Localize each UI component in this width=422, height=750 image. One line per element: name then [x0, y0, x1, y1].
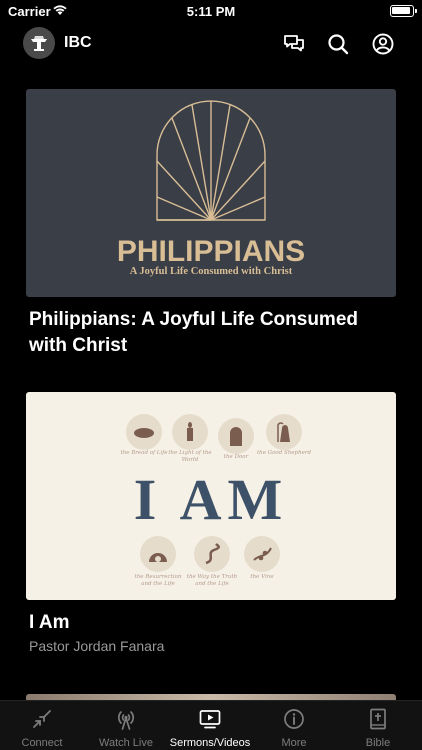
tomb-icon — [140, 536, 176, 572]
series-title[interactable]: Philippians: A Joyful Life Consumed with… — [29, 307, 389, 359]
sermon-series-card[interactable]: PHILIPPIANS A Joyful Life Consumed with … — [26, 89, 396, 359]
sermon-series-card[interactable]: the Bread of Life the Light of the World… — [26, 392, 396, 654]
tab-more[interactable]: More — [252, 701, 336, 750]
tab-bar: Connect Watch Live Sermons/Videos More B… — [0, 700, 422, 750]
caption: the Good Shepherd — [256, 450, 312, 456]
chat-icon[interactable] — [282, 32, 306, 56]
church-logo-icon — [31, 36, 47, 51]
top-bar: IBC — [0, 26, 422, 62]
series-thumbnail-i-am[interactable]: the Bread of Life the Light of the World… — [26, 392, 396, 600]
candle-icon — [172, 414, 208, 450]
tab-label: Connect — [21, 737, 63, 749]
tab-bible[interactable]: Bible — [336, 701, 420, 750]
app-title: IBC — [64, 34, 92, 51]
tab-watch-live[interactable]: Watch Live — [84, 701, 168, 750]
artwork-heading: PHILIPPIANS — [116, 235, 306, 268]
tab-connect[interactable]: Connect — [0, 701, 84, 750]
series-thumbnail-philippians[interactable]: PHILIPPIANS A Joyful Life Consumed with … — [26, 89, 396, 297]
bread-icon — [126, 414, 162, 450]
caption: the Way the Truth and the Life — [186, 574, 238, 587]
series-title[interactable]: I Am — [29, 610, 389, 636]
play-video-icon — [199, 710, 221, 729]
status-time: 5:11 PM — [186, 4, 236, 19]
artwork-heading: I AM — [133, 467, 289, 532]
door-icon — [218, 418, 254, 454]
status-bar: Carrier 5:11 PM — [0, 0, 422, 24]
broadcast-icon — [117, 711, 135, 730]
tab-label: More — [281, 737, 307, 749]
caption: the Vine — [250, 574, 274, 580]
vine-icon — [244, 536, 280, 572]
tab-sermons-videos[interactable]: Sermons/Videos — [168, 701, 252, 750]
tab-label: Bible — [365, 737, 391, 749]
profile-icon[interactable] — [371, 32, 395, 56]
series-speaker: Pastor Jordan Fanara — [29, 638, 165, 654]
church-logo-avatar[interactable] — [23, 27, 55, 59]
path-icon — [194, 536, 230, 572]
bible-icon — [370, 708, 386, 730]
caption: the Resurrection and the Life — [134, 574, 182, 587]
search-icon[interactable] — [326, 32, 350, 56]
tab-label: Watch Live — [98, 737, 153, 749]
connect-icon — [33, 710, 51, 728]
battery-icon — [390, 5, 417, 17]
artwork-subheading: A Joyful Life Consumed with Christ — [129, 266, 293, 277]
tab-label: Sermons/Videos — [169, 737, 251, 749]
info-icon — [284, 709, 304, 729]
shepherd-icon — [266, 414, 302, 450]
